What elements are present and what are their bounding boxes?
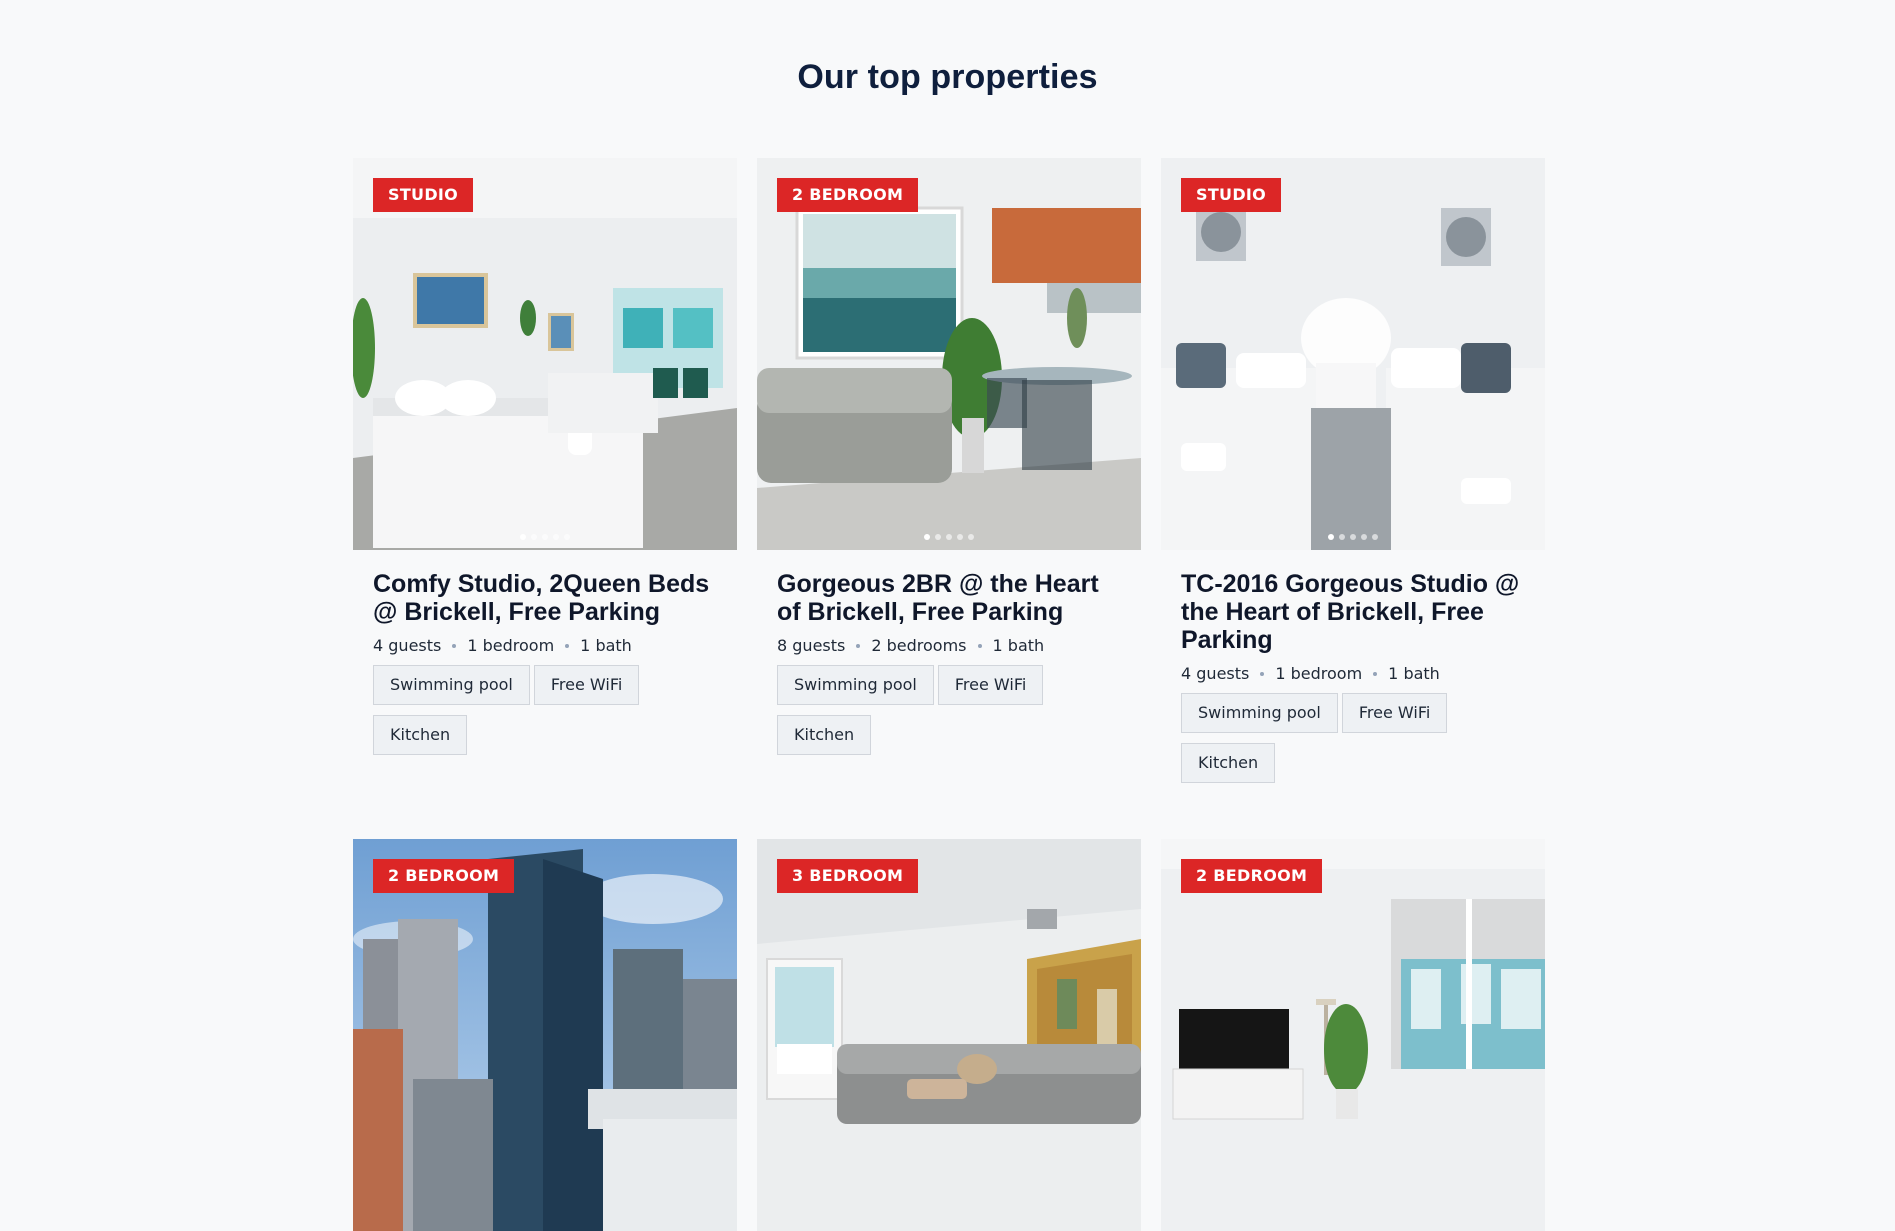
property-type-badge: 2 BEDROOM — [373, 859, 515, 893]
property-photo[interactable]: 2 BEDROOM — [757, 158, 1141, 550]
baths-count: 1 bath — [580, 636, 632, 655]
property-specs: 4 guests 1 bedroom 1 bath — [1181, 664, 1525, 683]
property-specs: 4 guests 1 bedroom 1 bath — [373, 636, 717, 655]
property-type-badge: STUDIO — [373, 178, 474, 212]
property-card[interactable]: 2 BEDROOM — [1161, 839, 1545, 1231]
carousel-dot[interactable] — [1350, 534, 1356, 540]
carousel-dots[interactable] — [924, 534, 974, 540]
property-type-badge: 2 BEDROOM — [1181, 859, 1323, 893]
carousel-dot[interactable] — [564, 534, 570, 540]
property-title[interactable]: Gorgeous 2BR @ the Heart of Brickell, Fr… — [777, 570, 1121, 626]
city-skyline-photo — [353, 839, 737, 1231]
property-photo[interactable]: STUDIO — [353, 158, 737, 550]
amenity-tag: Kitchen — [373, 715, 468, 755]
carousel-dot[interactable] — [553, 534, 559, 540]
carousel-dot[interactable] — [1339, 534, 1345, 540]
property-card[interactable]: 2 BEDROOM — [353, 839, 737, 1231]
amenity-tag: Free WiFi — [937, 665, 1044, 705]
separator-dot — [1373, 671, 1378, 676]
carousel-dot[interactable] — [946, 534, 952, 540]
bedrooms-count: 2 bedrooms — [871, 636, 967, 655]
amenity-tags: Swimming pool Free WiFi Kitchen — [373, 665, 717, 755]
carousel-dot[interactable] — [935, 534, 941, 540]
guests-count: 4 guests — [1181, 664, 1250, 683]
property-photo[interactable]: 2 BEDROOM — [1161, 839, 1545, 1231]
property-grid: STUDIO Comfy Studio, 2Queen Beds @ Brick… — [353, 158, 1545, 1231]
carousel-dot[interactable] — [1328, 534, 1334, 540]
separator-dot — [452, 643, 457, 648]
bedroom-photo — [353, 158, 737, 550]
living-room-photo — [757, 839, 1141, 1231]
baths-count: 1 bath — [1388, 664, 1440, 683]
property-type-badge: STUDIO — [1181, 178, 1282, 212]
guests-count: 4 guests — [373, 636, 442, 655]
separator-dot — [565, 643, 570, 648]
carousel-dot[interactable] — [520, 534, 526, 540]
property-photo[interactable]: STUDIO — [1161, 158, 1545, 550]
property-card[interactable]: STUDIO Comfy Studio, 2Queen Beds @ Brick… — [353, 158, 737, 783]
carousel-dot[interactable] — [968, 534, 974, 540]
separator-dot — [856, 643, 861, 648]
baths-count: 1 bath — [992, 636, 1045, 655]
carousel-dots[interactable] — [520, 534, 570, 540]
carousel-dot[interactable] — [1361, 534, 1367, 540]
amenity-tag: Swimming pool — [1181, 693, 1338, 733]
amenity-tag: Kitchen — [1181, 743, 1276, 783]
property-title[interactable]: Comfy Studio, 2Queen Beds @ Brickell, Fr… — [373, 570, 717, 626]
amenity-tag: Swimming pool — [777, 665, 934, 705]
carousel-dots[interactable] — [1328, 534, 1378, 540]
amenity-tag: Free WiFi — [533, 665, 640, 705]
carousel-dot[interactable] — [531, 534, 537, 540]
amenity-tags: Swimming pool Free WiFi Kitchen — [777, 665, 1121, 755]
carousel-dot[interactable] — [957, 534, 963, 540]
separator-dot — [1260, 671, 1265, 676]
property-photo[interactable]: 3 BEDROOM — [757, 839, 1141, 1231]
property-card[interactable]: 2 BEDROOM Gorgeous 2BR @ the Heart of Br… — [757, 158, 1141, 783]
property-photo[interactable]: 2 BEDROOM — [353, 839, 737, 1231]
bedrooms-count: 1 bedroom — [1275, 664, 1363, 683]
property-type-badge: 2 BEDROOM — [777, 178, 919, 212]
carousel-dot[interactable] — [1372, 534, 1378, 540]
amenity-tag: Swimming pool — [373, 665, 530, 705]
property-card[interactable]: 3 BEDROOM — [757, 839, 1141, 1231]
page-title: Our top properties — [797, 58, 1098, 96]
property-type-badge: 3 BEDROOM — [777, 859, 919, 893]
bedrooms-count: 1 bedroom — [467, 636, 555, 655]
property-card[interactable]: STUDIO TC-2016 Gorgeous Studio @ the Hea… — [1161, 158, 1545, 783]
carousel-dot[interactable] — [542, 534, 548, 540]
living-room-tv-photo — [1161, 839, 1545, 1231]
amenity-tags: Swimming pool Free WiFi Kitchen — [1181, 693, 1525, 783]
property-specs: 8 guests 2 bedrooms 1 bath — [777, 636, 1121, 655]
amenity-tag: Free WiFi — [1341, 693, 1448, 733]
property-title[interactable]: TC-2016 Gorgeous Studio @ the Heart of B… — [1181, 570, 1525, 654]
separator-dot — [977, 643, 982, 648]
twin-bedroom-photo — [1161, 158, 1545, 550]
living-room-photo — [757, 158, 1141, 550]
carousel-dot[interactable] — [924, 534, 930, 540]
guests-count: 8 guests — [777, 636, 846, 655]
amenity-tag: Kitchen — [777, 715, 872, 755]
